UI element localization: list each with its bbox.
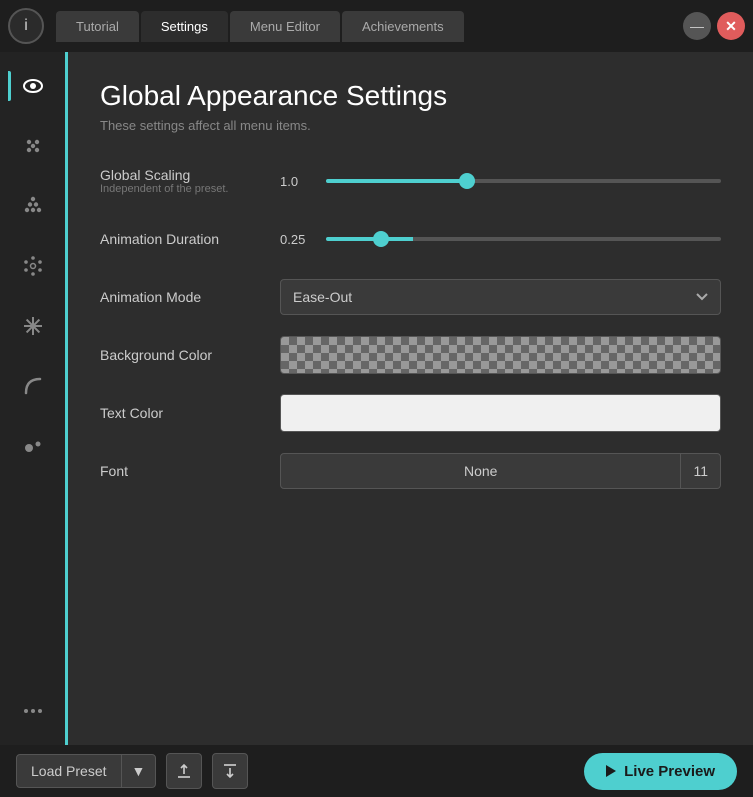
font-name: None	[281, 454, 680, 488]
page-subtitle: These settings affect all menu items.	[100, 118, 721, 133]
sidebar-item-dots-two[interactable]	[11, 424, 55, 468]
animation-mode-label: Animation Mode	[100, 289, 280, 305]
animation-duration-row: Animation Duration 0.25	[100, 219, 721, 259]
animation-duration-slider[interactable]	[326, 237, 721, 241]
info-button[interactable]: i	[8, 8, 44, 44]
animation-mode-row: Animation Mode Ease-In Ease-Out Ease-In-…	[100, 277, 721, 317]
play-icon	[606, 765, 616, 777]
load-preset-button[interactable]: Load Preset ▼	[16, 754, 156, 788]
close-button[interactable]: ✕	[717, 12, 745, 40]
background-color-label: Background Color	[100, 347, 280, 363]
background-color-control	[280, 336, 721, 374]
tab-menu-editor[interactable]: Menu Editor	[230, 11, 340, 42]
animation-duration-label: Animation Duration	[100, 231, 280, 247]
download-icon	[221, 762, 239, 780]
animation-mode-select[interactable]: Ease-In Ease-Out Ease-In-Out Linear	[280, 279, 721, 315]
live-preview-button[interactable]: Live Preview	[584, 753, 737, 790]
global-scaling-label: Global Scaling Independent of the preset…	[100, 167, 280, 195]
tab-tutorial[interactable]: Tutorial	[56, 11, 139, 42]
font-control: None 11	[280, 453, 721, 489]
text-color-label: Text Color	[100, 405, 280, 421]
load-preset-arrow-icon: ▼	[121, 755, 156, 787]
animation-duration-value: 0.25	[280, 232, 316, 247]
text-color-row: Text Color	[100, 393, 721, 433]
sidebar-item-dots-grid[interactable]	[11, 124, 55, 168]
sidebar-item-curve[interactable]	[11, 364, 55, 408]
tab-achievements[interactable]: Achievements	[342, 11, 464, 42]
content-area: Global Appearance Settings These setting…	[68, 52, 753, 745]
window-controls: — ✕	[683, 12, 745, 40]
sidebar-item-eye[interactable]	[11, 64, 55, 108]
load-preset-label: Load Preset	[17, 755, 121, 787]
animation-mode-control: Ease-In Ease-Out Ease-In-Out Linear	[280, 279, 721, 315]
global-scaling-row: Global Scaling Independent of the preset…	[100, 161, 721, 201]
text-color-control	[280, 394, 721, 432]
font-count: 11	[680, 454, 720, 488]
text-color-swatch[interactable]	[280, 394, 721, 432]
download-button[interactable]	[212, 753, 248, 789]
sidebar-item-sparkle[interactable]	[11, 304, 55, 348]
main-layout: Global Appearance Settings These setting…	[0, 52, 753, 745]
page-title: Global Appearance Settings	[100, 80, 721, 112]
minimize-button[interactable]: —	[683, 12, 711, 40]
sidebar	[0, 52, 68, 745]
font-label: Font	[100, 463, 280, 479]
nav-tabs: Tutorial Settings Menu Editor Achievemen…	[56, 11, 679, 42]
global-scaling-slider[interactable]	[326, 179, 721, 183]
live-preview-label: Live Preview	[624, 763, 715, 780]
font-row: Font None 11	[100, 451, 721, 491]
font-selector[interactable]: None 11	[280, 453, 721, 489]
bottom-bar: Load Preset ▼ Live Preview	[0, 745, 753, 797]
animation-duration-control: 0.25	[280, 232, 721, 247]
sidebar-item-dots-ring[interactable]	[11, 244, 55, 288]
top-bar: i Tutorial Settings Menu Editor Achievem…	[0, 0, 753, 52]
sidebar-item-dots-triangle[interactable]	[11, 184, 55, 228]
global-scaling-control: 1.0	[280, 174, 721, 189]
background-color-row: Background Color	[100, 335, 721, 375]
upload-button[interactable]	[166, 753, 202, 789]
global-scaling-value: 1.0	[280, 174, 316, 189]
background-color-swatch[interactable]	[280, 336, 721, 374]
tab-settings[interactable]: Settings	[141, 11, 228, 42]
upload-icon	[175, 762, 193, 780]
global-scaling-sublabel: Independent of the preset.	[100, 183, 280, 195]
sidebar-item-more[interactable]	[11, 689, 55, 733]
